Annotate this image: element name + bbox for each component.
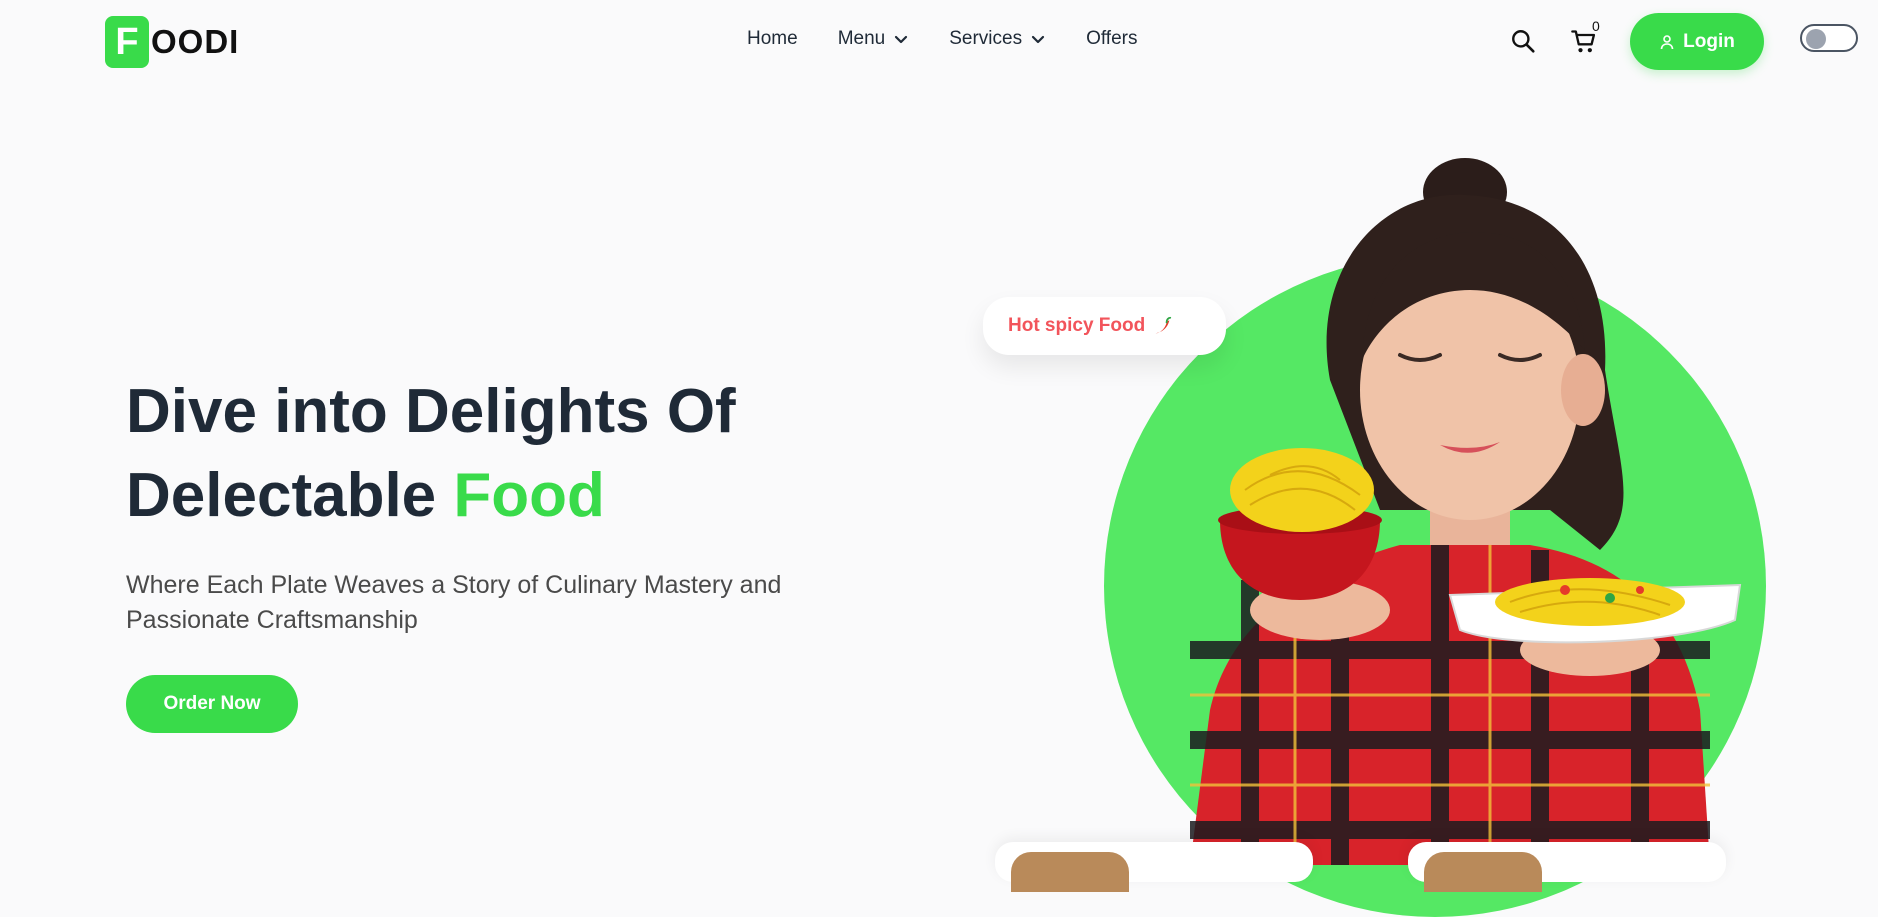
logo-text: OODI [151,23,240,60]
nav-services-label: Services [949,28,1023,49]
nav-services[interactable]: Services [949,28,1046,50]
user-icon [1660,34,1674,49]
chevron-down-icon [1031,35,1045,44]
food-card-1[interactable] [995,842,1313,892]
navbar: F OODI Home Menu Services Offers 0 Login [0,0,1878,84]
nav-offers[interactable]: Offers [1086,28,1137,50]
cart-count-badge: 0 [1592,18,1600,34]
logo-badge: F [105,16,149,68]
main-nav: Home Menu Services Offers [747,28,1137,50]
chevron-down-icon [895,35,908,44]
order-now-button[interactable]: Order Now [126,675,298,733]
bubble-text: Hot spicy Food [1008,315,1146,336]
search-icon[interactable] [1510,28,1536,54]
hero-image [1190,158,1742,865]
hero-title-line1: Dive into Delights Of [126,377,736,446]
food-card-thumb [1424,852,1542,892]
chili-pepper-icon [1155,316,1172,334]
login-label: Login [1683,30,1735,52]
hero-subtitle: Where Each Plate Weaves a Story of Culin… [126,571,782,634]
nav-home[interactable]: Home [747,28,798,50]
nav-home-label: Home [747,28,798,49]
nav-menu[interactable]: Menu [838,28,910,50]
hero-title-line2: Delectable [126,461,454,530]
logo[interactable]: F OODI [105,16,239,68]
food-card-2[interactable] [1408,842,1726,892]
toggle-knob [1806,29,1826,49]
theme-toggle[interactable] [1800,24,1858,52]
hot-spicy-bubble: Hot spicy Food [983,297,1226,355]
login-button[interactable]: Login [1630,13,1764,70]
nav-menu-label: Menu [837,28,886,49]
nav-offers-label: Offers [1086,28,1138,49]
hero-title-accent: Food [453,461,605,530]
hero-title: Dive into Delights Of Delectable Food [126,370,886,538]
food-card-thumb [1011,852,1129,892]
